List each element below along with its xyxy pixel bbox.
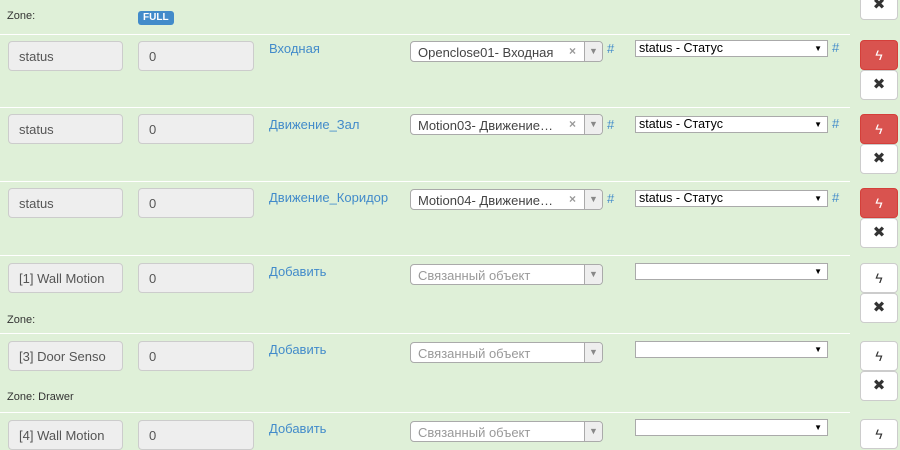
bolt-icon: ϟ	[875, 121, 883, 137]
property-field[interactable]: status	[8, 114, 123, 144]
bolt-icon: ϟ	[875, 348, 883, 364]
chevron-down-icon[interactable]: ▼	[584, 343, 602, 362]
property-field[interactable]: status	[8, 41, 123, 71]
linked-object-select[interactable]: Motion03- Движение… × ▼	[410, 114, 603, 135]
close-icon: ✖	[872, 150, 886, 167]
chevron-down-icon: ▼	[814, 345, 822, 354]
property-select[interactable]: ▼	[635, 263, 828, 280]
hash-link[interactable]: #	[832, 190, 839, 205]
value-field[interactable]: 0	[138, 263, 254, 293]
property-select-value: status - Статус	[639, 41, 723, 55]
chevron-down-icon[interactable]: ▼	[584, 115, 602, 134]
chevron-down-icon: ▼	[814, 267, 822, 276]
linked-object-placeholder: Связанный объект	[418, 346, 531, 361]
linked-object-select[interactable]: Openclose01- Входная × ▼	[410, 41, 603, 62]
add-link[interactable]: Добавить	[269, 421, 326, 436]
property-select[interactable]: status - Статус ▼	[635, 116, 828, 133]
chevron-down-icon: ▼	[814, 194, 822, 203]
value-field[interactable]: 0	[138, 420, 254, 450]
clear-x-icon[interactable]: ×	[569, 44, 576, 58]
linked-object-select[interactable]: Связанный объект ▼	[410, 421, 603, 442]
chevron-down-icon[interactable]: ▼	[584, 190, 602, 209]
value-field[interactable]: 0	[138, 114, 254, 144]
property-field[interactable]: [1] Wall Motion	[8, 263, 123, 293]
bolt-button[interactable]: ϟ	[860, 188, 898, 218]
chevron-down-icon[interactable]: ▼	[584, 422, 602, 441]
bolt-icon: ϟ	[875, 195, 883, 211]
property-select[interactable]: ▼	[635, 419, 828, 436]
full-badge: FULL	[138, 11, 174, 25]
linked-object-select[interactable]: Motion04- Движение… × ▼	[410, 189, 603, 210]
delete-button[interactable]: ✖	[860, 218, 898, 248]
row-divider	[0, 255, 850, 256]
property-field[interactable]: [3] Door Senso	[8, 341, 123, 371]
chevron-down-icon[interactable]: ▼	[584, 265, 602, 284]
value-field[interactable]: 0	[138, 41, 254, 71]
linked-object-value: Motion04- Движение…	[418, 193, 553, 208]
clear-x-icon[interactable]: ×	[569, 117, 576, 131]
object-link[interactable]: Входная	[269, 41, 320, 56]
property-select[interactable]: ▼	[635, 341, 828, 358]
add-link[interactable]: Добавить	[269, 264, 326, 279]
row-divider	[0, 181, 850, 182]
property-select-value: status - Статус	[639, 117, 723, 131]
bolt-button[interactable]: ϟ	[860, 419, 898, 449]
add-link[interactable]: Добавить	[269, 342, 326, 357]
linked-object-value: Motion03- Движение…	[418, 118, 553, 133]
zone-drawer-label: Zone: Drawer	[7, 391, 74, 403]
bolt-button[interactable]: ϟ	[860, 40, 898, 70]
hash-link[interactable]: #	[607, 41, 614, 56]
linked-object-select[interactable]: Связанный объект ▼	[410, 264, 603, 285]
chevron-down-icon: ▼	[814, 423, 822, 432]
chevron-down-icon: ▼	[814, 44, 822, 53]
delete-button[interactable]: ✖	[860, 371, 898, 401]
property-field[interactable]: status	[8, 188, 123, 218]
chevron-down-icon[interactable]: ▼	[584, 42, 602, 61]
close-icon: ✖	[872, 0, 886, 13]
row-divider	[0, 412, 850, 413]
hash-link[interactable]: #	[832, 40, 839, 55]
bolt-button[interactable]: ϟ	[860, 341, 898, 371]
close-icon: ✖	[872, 76, 886, 93]
delete-button[interactable]: ✖	[860, 70, 898, 100]
row-divider	[0, 107, 850, 108]
hash-link[interactable]: #	[607, 191, 614, 206]
bolt-icon: ϟ	[875, 47, 883, 63]
property-field[interactable]: [4] Wall Motion	[8, 420, 123, 450]
linked-object-placeholder: Связанный объект	[418, 268, 531, 283]
value-field[interactable]: 0	[138, 341, 254, 371]
value-field[interactable]: 0	[138, 188, 254, 218]
zone-label: Zone:	[7, 10, 36, 22]
bolt-icon: ϟ	[875, 270, 883, 286]
delete-button[interactable]: ✖	[860, 144, 898, 174]
hash-link[interactable]: #	[832, 116, 839, 131]
clear-x-icon[interactable]: ×	[569, 192, 576, 206]
bolt-icon: ϟ	[875, 426, 883, 442]
object-link[interactable]: Движение_Зал	[269, 117, 359, 132]
close-button[interactable]: ✖	[860, 0, 898, 20]
linked-object-value: Openclose01- Входная	[418, 45, 554, 60]
property-select[interactable]: status - Статус ▼	[635, 40, 828, 57]
row-divider	[0, 34, 850, 35]
close-icon: ✖	[872, 377, 886, 394]
row-divider	[0, 333, 850, 334]
property-select-value: status - Статус	[639, 191, 723, 205]
object-link[interactable]: Движение_Коридор	[269, 190, 388, 205]
zone-label: Zone:	[7, 314, 36, 326]
bolt-button[interactable]: ϟ	[860, 114, 898, 144]
bolt-button[interactable]: ϟ	[860, 263, 898, 293]
delete-button[interactable]: ✖	[860, 293, 898, 323]
hash-link[interactable]: #	[607, 117, 614, 132]
chevron-down-icon: ▼	[814, 120, 822, 129]
linked-object-placeholder: Связанный объект	[418, 425, 531, 440]
close-icon: ✖	[872, 224, 886, 241]
close-icon: ✖	[872, 299, 886, 316]
linked-object-select[interactable]: Связанный объект ▼	[410, 342, 603, 363]
property-select[interactable]: status - Статус ▼	[635, 190, 828, 207]
